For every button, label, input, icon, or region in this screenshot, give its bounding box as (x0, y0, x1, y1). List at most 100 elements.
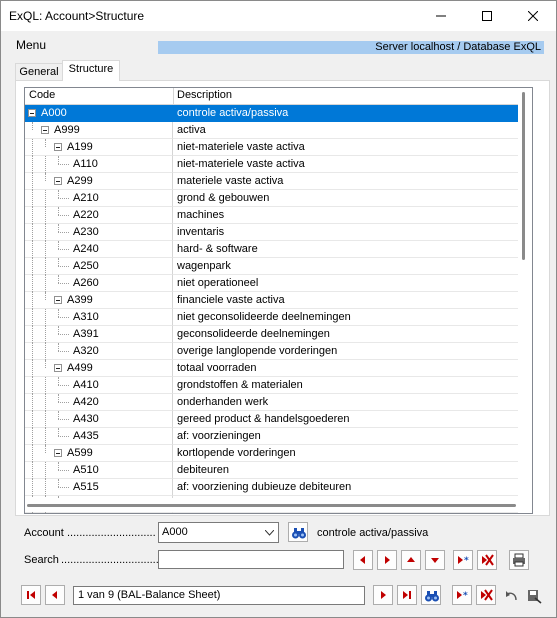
row-code-cell[interactable]: A430 (25, 411, 173, 428)
table-row[interactable]: A599 kortlopende vorderingen (25, 445, 518, 462)
scroll-thumb[interactable] (522, 92, 525, 260)
vertical-scrollbar[interactable] (518, 88, 531, 512)
next-match-button[interactable] (377, 550, 397, 570)
horizontal-scrollbar[interactable] (25, 498, 518, 512)
column-header-code[interactable]: Code (29, 89, 55, 101)
row-description-cell[interactable]: geconsolideerde deelnemingen (173, 326, 518, 343)
table-row[interactable]: A299 materiele vaste activa (25, 173, 518, 190)
table-row[interactable]: A410 grondstoffen & materialen (25, 377, 518, 394)
collapse-toggle-icon[interactable] (41, 126, 49, 134)
first-record-button[interactable] (21, 585, 41, 605)
search-input[interactable] (158, 550, 344, 569)
tab-structure[interactable]: Structure (62, 60, 120, 81)
save-button[interactable] (523, 585, 543, 605)
table-row[interactable]: A435 af: voorzieningen (25, 428, 518, 445)
find-account-button[interactable] (288, 522, 308, 542)
row-description-cell[interactable]: niet-materiele vaste activa (173, 139, 518, 156)
row-code-cell[interactable]: A410 (25, 377, 173, 394)
row-code-cell[interactable]: A399 (25, 292, 173, 309)
table-row[interactable]: A499 totaal voorraden (25, 360, 518, 377)
table-row[interactable]: A515 af: voorziening dubieuze debiteuren (25, 479, 518, 496)
prev-match-button[interactable] (353, 550, 373, 570)
row-description-cell[interactable]: grond & gebouwen (173, 190, 518, 207)
row-description-cell[interactable]: wagenpark (173, 258, 518, 275)
row-description-cell[interactable]: niet-materiele vaste activa (173, 156, 518, 173)
row-description-cell[interactable]: kortlopende vorderingen (173, 445, 518, 462)
table-row[interactable]: A260 niet operationeel (25, 275, 518, 292)
row-code-cell[interactable]: A199 (25, 139, 173, 156)
row-code-cell[interactable]: A435 (25, 428, 173, 445)
row-code-cell[interactable]: A499 (25, 360, 173, 377)
row-code-cell[interactable]: A260 (25, 275, 173, 292)
collapse-toggle-icon[interactable] (54, 143, 62, 151)
row-code-cell[interactable]: A510 (25, 462, 173, 479)
undo-button[interactable] (501, 585, 521, 605)
table-row[interactable]: A999 activa (25, 122, 518, 139)
row-description-cell[interactable]: controle activa/passiva (173, 105, 518, 122)
row-code-cell[interactable]: A599 (25, 445, 173, 462)
table-row[interactable]: A240 hard- & software (25, 241, 518, 258)
last-record-button[interactable] (397, 585, 417, 605)
delete-record-button[interactable] (476, 585, 496, 605)
close-button[interactable] (510, 1, 556, 31)
table-row[interactable]: A250 wagenpark (25, 258, 518, 275)
table-row[interactable]: A391 geconsolideerde deelnemingen (25, 326, 518, 343)
table-row[interactable]: A230 inventaris (25, 224, 518, 241)
row-code-cell[interactable]: A240 (25, 241, 173, 258)
row-description-cell[interactable]: niet operationeel (173, 275, 518, 292)
table-row[interactable]: A199 niet-materiele vaste activa (25, 139, 518, 156)
row-description-cell[interactable]: machines (173, 207, 518, 224)
table-row[interactable]: A420 onderhanden werk (25, 394, 518, 411)
row-code-cell[interactable]: A299 (25, 173, 173, 190)
row-code-cell[interactable]: A420 (25, 394, 173, 411)
prev-record-button[interactable] (45, 585, 65, 605)
row-description-cell[interactable]: grondstoffen & materialen (173, 377, 518, 394)
table-row[interactable]: A510 debiteuren (25, 462, 518, 479)
table-row[interactable]: A430 gereed product & handelsgoederen (25, 411, 518, 428)
row-description-cell[interactable]: overige langlopende vorderingen (173, 343, 518, 360)
collapse-toggle-icon[interactable] (54, 296, 62, 304)
row-description-cell[interactable]: af: voorziening dubieuze debiteuren (173, 479, 518, 496)
menu-item[interactable]: Menu (16, 38, 46, 52)
row-code-cell[interactable]: A999 (25, 122, 173, 139)
row-code-cell[interactable]: A210 (25, 190, 173, 207)
row-code-cell[interactable]: A230 (25, 224, 173, 241)
insert-button[interactable]: * (453, 550, 473, 570)
table-row[interactable]: A110 niet-materiele vaste activa (25, 156, 518, 173)
row-code-cell[interactable]: A250 (25, 258, 173, 275)
print-button[interactable] (509, 550, 529, 570)
row-description-cell[interactable]: activa (173, 122, 518, 139)
row-code-cell[interactable]: A110 (25, 156, 173, 173)
collapse-toggle-icon[interactable] (54, 449, 62, 457)
row-code-cell[interactable]: A220 (25, 207, 173, 224)
row-code-cell[interactable]: A310 (25, 309, 173, 326)
row-description-cell[interactable]: inventaris (173, 224, 518, 241)
row-code-cell[interactable]: A391 (25, 326, 173, 343)
row-description-cell[interactable]: financiele vaste activa (173, 292, 518, 309)
account-select[interactable]: A000 (158, 522, 279, 543)
find-record-button[interactable] (421, 585, 441, 605)
collapse-toggle-icon[interactable] (54, 364, 62, 372)
table-row[interactable]: A000 controle activa/passiva (25, 105, 518, 122)
row-description-cell[interactable]: niet geconsolideerde deelnemingen (173, 309, 518, 326)
maximize-button[interactable] (464, 1, 510, 31)
structure-grid[interactable]: Code Description A000 controle activa/pas… (24, 87, 533, 514)
row-code-cell[interactable]: A320 (25, 343, 173, 360)
move-down-button[interactable] (425, 550, 445, 570)
collapse-toggle-icon[interactable] (54, 177, 62, 185)
next-record-button[interactable] (373, 585, 393, 605)
hscroll-thumb[interactable] (27, 504, 516, 507)
row-description-cell[interactable]: af: voorzieningen (173, 428, 518, 445)
table-row[interactable]: A220 machines (25, 207, 518, 224)
row-description-cell[interactable]: totaal voorraden (173, 360, 518, 377)
row-description-cell[interactable]: hard- & software (173, 241, 518, 258)
row-code-cell[interactable]: A000 (25, 105, 173, 122)
column-header-description[interactable]: Description (177, 89, 232, 101)
collapse-toggle-icon[interactable] (28, 109, 36, 117)
delete-button[interactable] (477, 550, 497, 570)
record-position-field[interactable]: 1 van 9 (BAL-Balance Sheet) (73, 586, 365, 605)
table-row[interactable]: A210 grond & gebouwen (25, 190, 518, 207)
table-row[interactable]: A399 financiele vaste activa (25, 292, 518, 309)
insert-record-button[interactable]: * (452, 585, 472, 605)
row-description-cell[interactable]: gereed product & handelsgoederen (173, 411, 518, 428)
